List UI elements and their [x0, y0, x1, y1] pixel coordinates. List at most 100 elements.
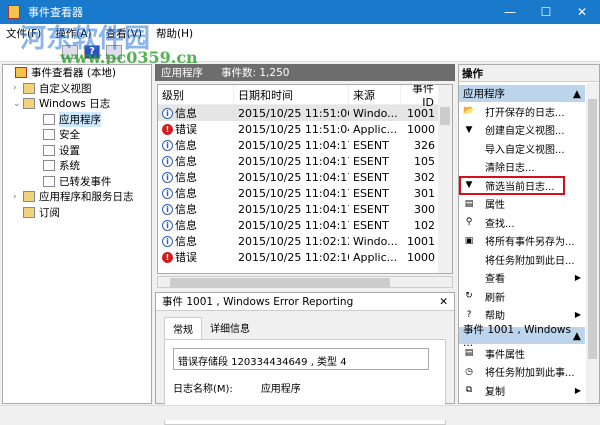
action-item[interactable]: ▼ 创建自定义视图... — [459, 121, 585, 140]
date: 2015/10/25 11:04:17 — [238, 186, 349, 200]
minimize-button[interactable]: — — [492, 0, 528, 24]
action-item[interactable]: 将任务附加到此日... — [459, 250, 585, 269]
console-tree-icon[interactable] — [62, 44, 78, 59]
action-icon — [463, 161, 475, 172]
expand-arrow-icon[interactable]: ⌄ — [13, 99, 23, 109]
tree-item[interactable]: ⌄ Windows 日志 — [3, 96, 151, 112]
tree-item[interactable]: 设置 — [3, 143, 151, 159]
action-item[interactable]: 📂 打开保存的日志... — [459, 102, 585, 121]
menu-view[interactable]: 查看(V) — [106, 26, 142, 41]
log-name-value: 应用程序 — [260, 384, 301, 395]
action-icon: ▼ — [465, 180, 473, 191]
event-table: 级别 日期和时间 来源 事件 ID i 信息 2015/10/25 11:51:06… — [157, 84, 453, 274]
event-id: 301 — [414, 186, 435, 200]
table-row[interactable]: i 信息 2015/10/25 11:04:17 ESENT 302 — [158, 169, 452, 185]
event-message[interactable]: 错误存储段 120334434649 , 类型 4 — [173, 348, 429, 370]
tree-item-label: Windows 日志 — [39, 98, 111, 111]
action-item[interactable]: 查看 ▶ — [459, 269, 585, 288]
collapse-icon[interactable]: ▲ — [573, 88, 581, 100]
info-icon: i — [162, 107, 173, 119]
tree-item[interactable]: › 自定义视图 — [3, 81, 151, 97]
table-row[interactable]: i 信息 2015/10/25 11:04:17 ESENT 102 — [158, 217, 452, 233]
tree-item[interactable]: 安全 — [3, 127, 151, 143]
info-icon: i — [162, 155, 173, 167]
table-row[interactable]: i 信息 2015/10/25 11:04:17 ESENT 300 — [158, 201, 452, 217]
console-tree: 事件查看器 (本地) › 自定义视图 ⌄ Windows 日志 应用程序 安全 设置 系统 已转发… — [2, 64, 152, 404]
folder-icon — [23, 82, 35, 94]
action-item[interactable]: ▣ 将所有事件另存为... — [459, 232, 585, 251]
info-icon: i — [162, 187, 173, 199]
table-row[interactable]: i 信息 2015/10/25 11:02:12 Windo... 1001 — [158, 233, 452, 249]
close-button[interactable]: ✕ — [564, 0, 600, 24]
actions-scrollbar[interactable] — [586, 83, 599, 403]
event-id: 1000 — [407, 122, 435, 136]
source: ESENT — [353, 202, 389, 216]
folder-icon — [23, 206, 35, 218]
maximize-button[interactable]: ☐ — [528, 0, 564, 24]
action-icon — [463, 254, 475, 265]
source: ESENT — [353, 138, 389, 152]
detail-close-icon[interactable]: ✕ — [439, 296, 448, 308]
expand-arrow-icon[interactable]: › — [13, 192, 23, 202]
action-item[interactable]: 导入自定义视图... — [459, 139, 585, 158]
section-event[interactable]: 事件 1001 , Windows ... ▲ — [459, 324, 585, 349]
action-label: 打开保存的日志... — [485, 107, 565, 119]
action-item[interactable]: ▤ 事件属性 — [459, 344, 585, 363]
menu-help[interactable]: 帮助(H) — [156, 26, 193, 41]
table-row[interactable]: ! 错误 2015/10/25 11:51:04 Applic... 1000 — [158, 121, 452, 137]
source: ESENT — [353, 170, 389, 184]
action-item[interactable]: ▤ 属性 — [459, 195, 585, 214]
table-vscrollbar[interactable] — [438, 85, 452, 273]
event-id: 1001 — [407, 234, 435, 248]
table-hscrollbar[interactable] — [157, 276, 453, 288]
action-icon: ◷ — [465, 366, 473, 377]
expand-arrow-icon[interactable]: › — [13, 83, 23, 93]
tab-details[interactable]: 详细信息 — [202, 317, 258, 339]
tree-item[interactable]: 系统 — [3, 158, 151, 174]
tab-general[interactable]: 常规 — [164, 317, 202, 339]
action-pane-icon[interactable] — [106, 44, 122, 59]
source: Applic... — [353, 122, 398, 136]
app-icon — [8, 5, 20, 19]
section-application[interactable]: 应用程序 ▲ — [459, 85, 585, 102]
collapse-icon[interactable]: ▲ — [573, 330, 581, 342]
table-row[interactable]: i 信息 2015/10/25 11:04:17 ESENT 105 — [158, 153, 452, 169]
col-id[interactable]: 事件 ID — [401, 85, 439, 109]
tree-item-label: 设置 — [59, 144, 80, 157]
action-item[interactable]: ⚲ 查找... — [459, 213, 585, 232]
action-item[interactable]: ? 帮助 ▶ — [459, 306, 585, 325]
table-row[interactable]: i 信息 2015/10/25 11:04:17 ESENT 326 — [158, 137, 452, 153]
tree-item[interactable]: 应用程序 — [3, 111, 151, 128]
tree-item[interactable]: › 应用程序和服务日志 — [3, 189, 151, 205]
table-row[interactable]: i 信息 2015/10/25 11:04:17 ESENT 301 — [158, 185, 452, 201]
tree-item[interactable]: 已转发事件 — [3, 174, 151, 190]
tree-item[interactable]: 订阅 — [3, 205, 151, 221]
col-source[interactable]: 来源 — [349, 85, 401, 104]
action-item[interactable]: 清除日志... — [459, 158, 585, 177]
help-icon[interactable]: ? — [84, 44, 100, 59]
action-label: 刷新 — [485, 292, 505, 304]
tree-item[interactable]: 事件查看器 (本地) — [3, 65, 151, 81]
level: 信息 — [175, 187, 197, 200]
folder-icon — [23, 98, 35, 110]
menu-file[interactable]: 文件(F) — [6, 26, 41, 41]
action-icon: ? — [466, 309, 472, 320]
col-date[interactable]: 日期和时间 — [234, 85, 349, 104]
menu-action[interactable]: 操作(A) — [55, 26, 91, 41]
table-row[interactable]: i 信息 2015/10/25 11:51:06 Windo... 1001 — [158, 105, 452, 121]
action-label: 查看 — [485, 274, 505, 286]
event-id: 300 — [414, 202, 435, 216]
level: 错误 — [175, 123, 197, 136]
action-item[interactable]: ▼ 筛选当前日志... — [459, 176, 565, 195]
action-item[interactable]: ⧉ 复制 ▶ — [459, 381, 585, 400]
table-row[interactable]: ! 错误 2015/10/25 11:02:10 Applic... 1000 — [158, 249, 452, 265]
submenu-arrow-icon: ▶ — [574, 273, 581, 283]
action-icon: ▤ — [464, 348, 474, 359]
action-label: 事件属性 — [485, 349, 525, 361]
col-level[interactable]: 级别 — [158, 85, 234, 104]
action-item[interactable]: ◷ 将任务附加到此事... — [459, 363, 585, 382]
level: 信息 — [175, 219, 197, 232]
action-icon: ⧉ — [465, 385, 473, 396]
log-icon — [43, 129, 55, 141]
action-item[interactable]: ↻ 刷新 — [459, 287, 585, 306]
